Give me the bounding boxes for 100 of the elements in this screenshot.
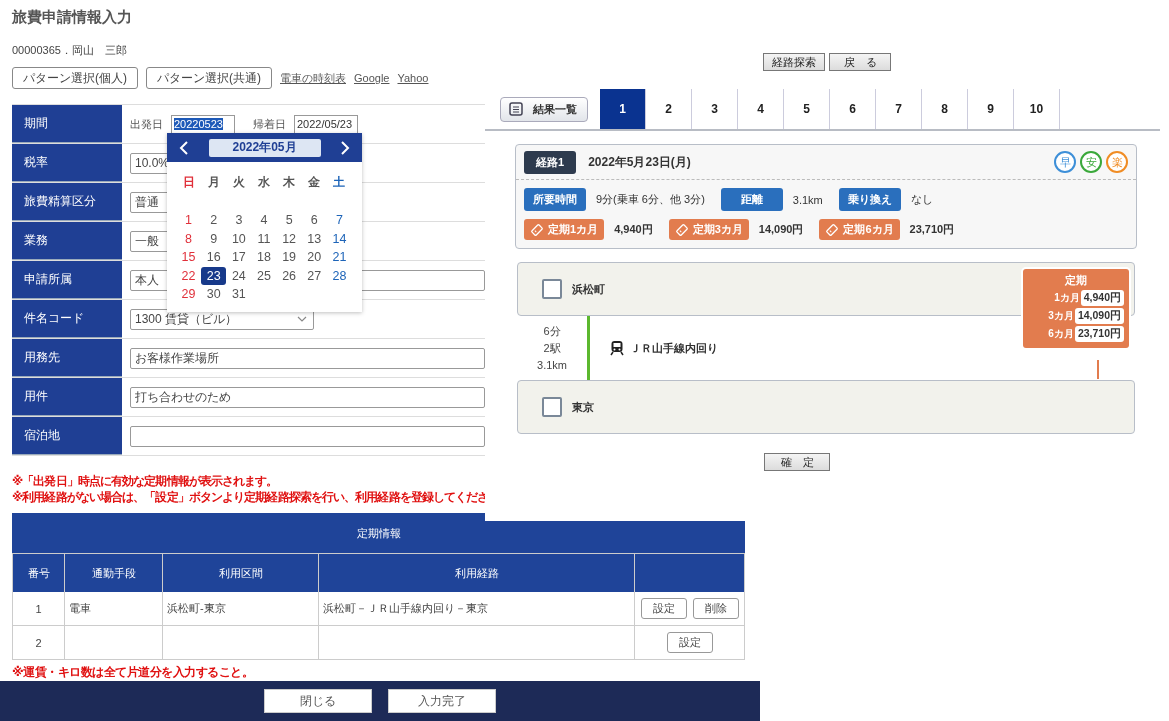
- list-icon: [509, 102, 523, 116]
- line-name: ＪＲ山手線内回り: [630, 340, 718, 356]
- fare-amount: 14,090円: [1074, 308, 1124, 324]
- results-list-button[interactable]: 結果一覧: [500, 96, 588, 122]
- calendar-day[interactable]: 10: [226, 229, 252, 248]
- weekday-label: 火: [231, 174, 246, 191]
- calendar-day[interactable]: 17: [226, 248, 252, 267]
- segment-distance: 3.1km: [537, 357, 567, 373]
- calendar-day[interactable]: 13: [301, 229, 327, 248]
- calendar-day[interactable]: 8: [176, 229, 202, 248]
- ticket-icon: [530, 222, 544, 237]
- notice-text: ※「出発日」時点に有効な定期情報が表示されます。: [12, 473, 279, 489]
- next-month-button[interactable]: [340, 140, 350, 155]
- ticket-icon: [674, 222, 689, 237]
- field-label: 用務先: [12, 339, 122, 377]
- field-label: 帰着日: [253, 116, 286, 132]
- calendar-day[interactable]: 11: [251, 229, 277, 248]
- field-label: 期間: [12, 105, 122, 143]
- calendar-day[interactable]: 4: [251, 211, 277, 230]
- fare-value: 23,710円: [909, 222, 955, 237]
- row-button[interactable]: 設定: [640, 598, 687, 619]
- column-header: 通勤手段: [65, 553, 163, 592]
- month-label: 2022年05月: [208, 138, 321, 157]
- fare-period: 6カ月: [1048, 327, 1074, 341]
- route-tag: 早: [1054, 151, 1076, 173]
- field-label: 業務: [12, 222, 122, 260]
- calendar-day[interactable]: 28: [326, 266, 352, 285]
- weekday-label: 水: [257, 174, 271, 191]
- field-label: 宿泊地: [12, 417, 122, 455]
- column-header: 利用経路: [319, 553, 635, 592]
- table-cell: 電車: [65, 592, 163, 626]
- fare-period: 3カ月: [1048, 309, 1074, 323]
- link[interactable]: Google: [354, 72, 390, 84]
- stat-value: 3.1km: [792, 193, 823, 206]
- calendar-day[interactable]: 3: [226, 211, 252, 230]
- station-name: 東京: [572, 399, 594, 415]
- calendar-day[interactable]: 9: [201, 229, 227, 248]
- checkbox[interactable]: [542, 397, 562, 417]
- calendar-day[interactable]: 25: [251, 266, 277, 285]
- footer-button[interactable]: 閉じる: [264, 689, 372, 713]
- caret-icon: [297, 316, 307, 322]
- calendar-day[interactable]: 2: [201, 211, 227, 230]
- calendar-day[interactable]: 26: [276, 266, 302, 285]
- weekday-label: 土: [332, 174, 347, 191]
- link[interactable]: 電車の時刻表: [280, 70, 346, 86]
- calendar-day[interactable]: 5: [276, 211, 302, 230]
- calendar-day[interactable]: 30: [201, 285, 227, 304]
- field-label: 税率: [12, 144, 122, 182]
- calendar-day[interactable]: 29: [176, 285, 202, 304]
- table-cell: 1: [13, 592, 65, 626]
- field-label: 用件: [12, 378, 122, 416]
- calendar-day[interactable]: 14: [326, 229, 352, 248]
- calendar-day[interactable]: 6: [301, 211, 327, 230]
- previous-month-button[interactable]: [179, 140, 189, 155]
- fare-label: 定期1カ月: [524, 219, 605, 240]
- calendar-day[interactable]: 22: [176, 266, 202, 285]
- pattern-button[interactable]: パターン選択(個人): [12, 67, 138, 89]
- input-field[interactable]: お客様作業場所: [130, 347, 485, 369]
- calendar-day[interactable]: 16: [201, 248, 227, 267]
- calendar-day[interactable]: 27: [301, 266, 327, 285]
- input-field[interactable]: [130, 425, 485, 447]
- confirm-button[interactable]: 確 定: [764, 453, 830, 471]
- pattern-button[interactable]: パターン選択(共通): [146, 67, 272, 89]
- calendar-day[interactable]: 31: [226, 285, 252, 304]
- calendar-day[interactable]: 20: [301, 248, 327, 267]
- fare-amount: 4,940円: [1080, 290, 1124, 306]
- table-cell: 浜松町-東京: [163, 592, 319, 626]
- panel-button[interactable]: 戻 る: [829, 53, 891, 71]
- field-label: 件名コード: [12, 300, 122, 338]
- column-header: 番号: [13, 553, 65, 592]
- row-button[interactable]: 設定: [666, 632, 713, 653]
- stat-label: 距離: [720, 188, 783, 211]
- input-field[interactable]: 打ち合わせのため: [130, 386, 485, 408]
- link[interactable]: Yahoo: [397, 72, 429, 84]
- weekday-label: 金: [307, 174, 322, 191]
- stat-value: 9分(乗車 6分、他 3分): [596, 192, 705, 207]
- calendar-day[interactable]: 7: [326, 211, 352, 230]
- calendar-day[interactable]: 15: [176, 248, 202, 267]
- weekday-label: 日: [181, 174, 196, 191]
- calendar-day[interactable]: 24: [226, 266, 252, 285]
- route-line: [587, 316, 590, 380]
- column-header: 利用区間: [163, 553, 319, 592]
- calendar-day[interactable]: 19: [276, 248, 302, 267]
- footer-button[interactable]: 入力完了: [388, 689, 496, 713]
- calendar-day[interactable]: 23: [201, 266, 227, 285]
- calendar-day[interactable]: 21: [326, 248, 352, 267]
- train-icon: [610, 340, 624, 356]
- panel-button[interactable]: 経路探索: [763, 53, 825, 71]
- calendar-day[interactable]: 12: [276, 229, 302, 248]
- route-badge: 経路1: [524, 150, 577, 174]
- fare-value: 4,940円: [614, 222, 653, 237]
- field-label: 旅費精算区分: [12, 183, 122, 221]
- calendar-day[interactable]: 1: [176, 211, 202, 230]
- row-button[interactable]: 削除: [692, 598, 739, 619]
- route-tag: 安: [1080, 151, 1102, 173]
- route-tag: 楽: [1106, 151, 1128, 173]
- calendar-day[interactable]: 18: [251, 248, 277, 267]
- route-tab[interactable]: 1: [600, 89, 646, 129]
- user-name: 00000365．岡山 三郎: [12, 43, 128, 58]
- fare-label: 定期3カ月: [668, 219, 749, 240]
